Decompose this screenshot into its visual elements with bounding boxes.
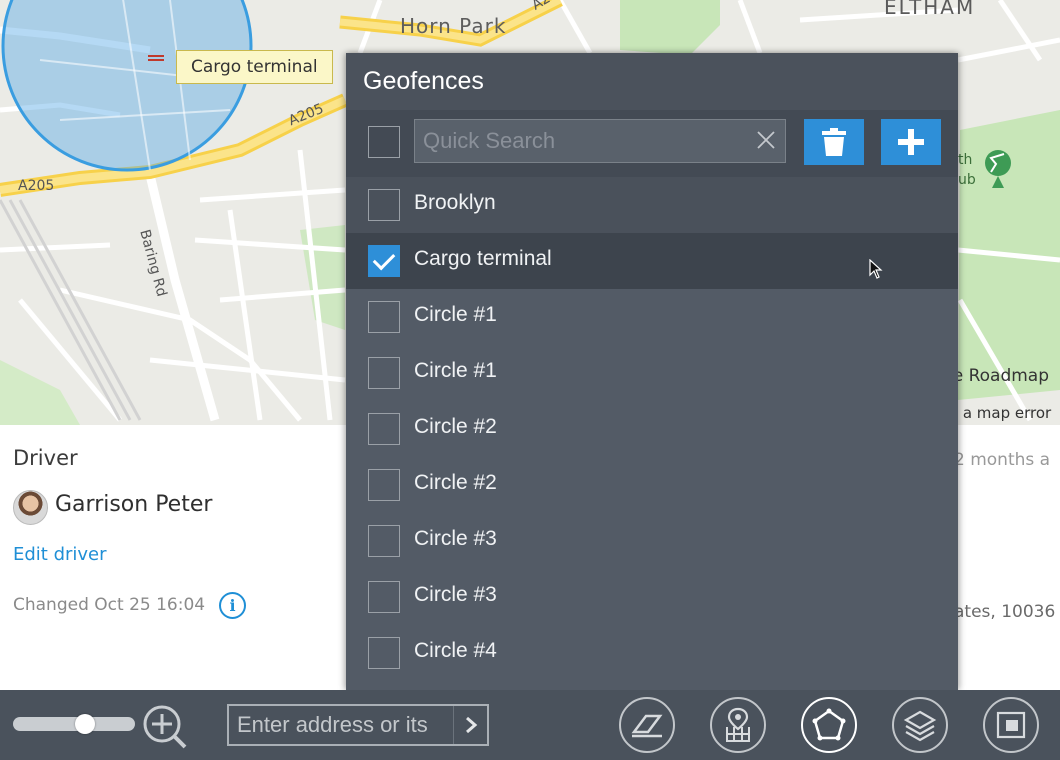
geofences-header: Geofences	[346, 53, 958, 110]
panel-title: Geofences	[363, 67, 484, 95]
layers-tool-button[interactable]	[892, 697, 948, 753]
geofence-label: Cargo terminal	[414, 247, 552, 270]
eraser-tool-button[interactable]	[619, 697, 675, 753]
edit-driver-link[interactable]: Edit driver	[13, 544, 107, 565]
geofence-checkbox[interactable]	[368, 525, 400, 557]
select-all-checkbox[interactable]	[368, 126, 400, 158]
geofence-row[interactable]: Circle #2	[346, 457, 958, 513]
mouse-cursor-icon	[869, 259, 883, 279]
driver-name: Garrison Peter	[55, 492, 213, 517]
picture-in-picture-button[interactable]	[983, 697, 1039, 753]
map-toolbar	[0, 690, 1060, 760]
clear-search-icon[interactable]	[755, 129, 777, 151]
geofence-checkbox[interactable]	[368, 637, 400, 669]
geofence-checkbox[interactable]	[368, 245, 400, 277]
poi-label: th	[958, 152, 973, 168]
poi-label: ub	[958, 172, 976, 188]
geofence-label: Circle #2	[414, 415, 497, 438]
search-input[interactable]	[415, 120, 745, 162]
geofence-checkbox[interactable]	[368, 581, 400, 613]
zoom-slider-thumb[interactable]	[75, 714, 95, 734]
geofences-tool-button[interactable]	[801, 697, 857, 753]
geofence-label: Circle #1	[414, 303, 497, 326]
delete-geofence-button[interactable]	[804, 119, 864, 165]
address-text: ates, 10036	[954, 602, 1056, 622]
geofence-tooltip: Cargo terminal	[176, 50, 333, 84]
address-go-button[interactable]	[453, 706, 487, 744]
driver-section-title: Driver	[13, 446, 78, 470]
chevron-right-icon	[465, 716, 477, 734]
geofence-label: Circle #3	[414, 583, 497, 606]
geofence-row[interactable]: Circle #3	[346, 513, 958, 569]
geofence-checkbox[interactable]	[368, 189, 400, 221]
place-label: Horn Park	[400, 14, 507, 38]
road-label: A205	[18, 178, 55, 194]
map-attribution[interactable]: le Roadmap	[948, 366, 1049, 386]
polygon-geofence-icon	[812, 708, 846, 741]
geofence-checkbox[interactable]	[368, 469, 400, 501]
geofence-row[interactable]: Cargo terminal	[346, 233, 958, 289]
zoom-slider[interactable]	[13, 714, 135, 734]
geofence-checkbox[interactable]	[368, 301, 400, 333]
geofence-row[interactable]: Circle #4	[346, 625, 958, 681]
geofences-toolbar	[346, 110, 958, 177]
geofences-panel: Geofences Brooklyn Cargo terminal Circle #…	[346, 53, 958, 690]
changed-timestamp: Changed Oct 25 16:04	[13, 595, 206, 615]
last-update-text: 2 months a	[954, 450, 1051, 470]
add-geofence-button[interactable]	[881, 119, 941, 165]
geofence-row[interactable]: Circle #3	[346, 569, 958, 625]
layers-icon	[903, 710, 937, 742]
picture-in-picture-icon	[996, 711, 1026, 739]
search-box	[414, 119, 786, 163]
geofence-row[interactable]: Circle #1	[346, 289, 958, 345]
plus-icon	[898, 129, 924, 155]
geofence-label: Circle #2	[414, 471, 497, 494]
trash-icon	[822, 128, 846, 156]
geofence-checkbox[interactable]	[368, 357, 400, 389]
geofence-row[interactable]: Circle #1	[346, 345, 958, 401]
info-icon[interactable]: i	[219, 592, 246, 619]
geofence-checkbox[interactable]	[368, 413, 400, 445]
geofence-row[interactable]: Circle #2	[346, 401, 958, 457]
map-pin-grid-icon	[726, 707, 750, 742]
place-label: ELTHAM	[884, 0, 976, 19]
geozone-points-button[interactable]	[710, 697, 766, 753]
address-search	[227, 704, 489, 746]
geofence-label: Circle #1	[414, 359, 497, 382]
geofence-label: Circle #3	[414, 527, 497, 550]
eraser-icon	[631, 714, 663, 738]
geofence-label: Circle #4	[414, 639, 497, 662]
geofence-row[interactable]: Brooklyn	[346, 177, 958, 233]
address-input[interactable]	[229, 706, 454, 744]
report-map-error-link[interactable]: rt a map error	[946, 404, 1051, 422]
zoom-in-icon[interactable]	[142, 704, 188, 750]
avatar	[13, 490, 48, 525]
geofence-label: Brooklyn	[414, 191, 496, 214]
